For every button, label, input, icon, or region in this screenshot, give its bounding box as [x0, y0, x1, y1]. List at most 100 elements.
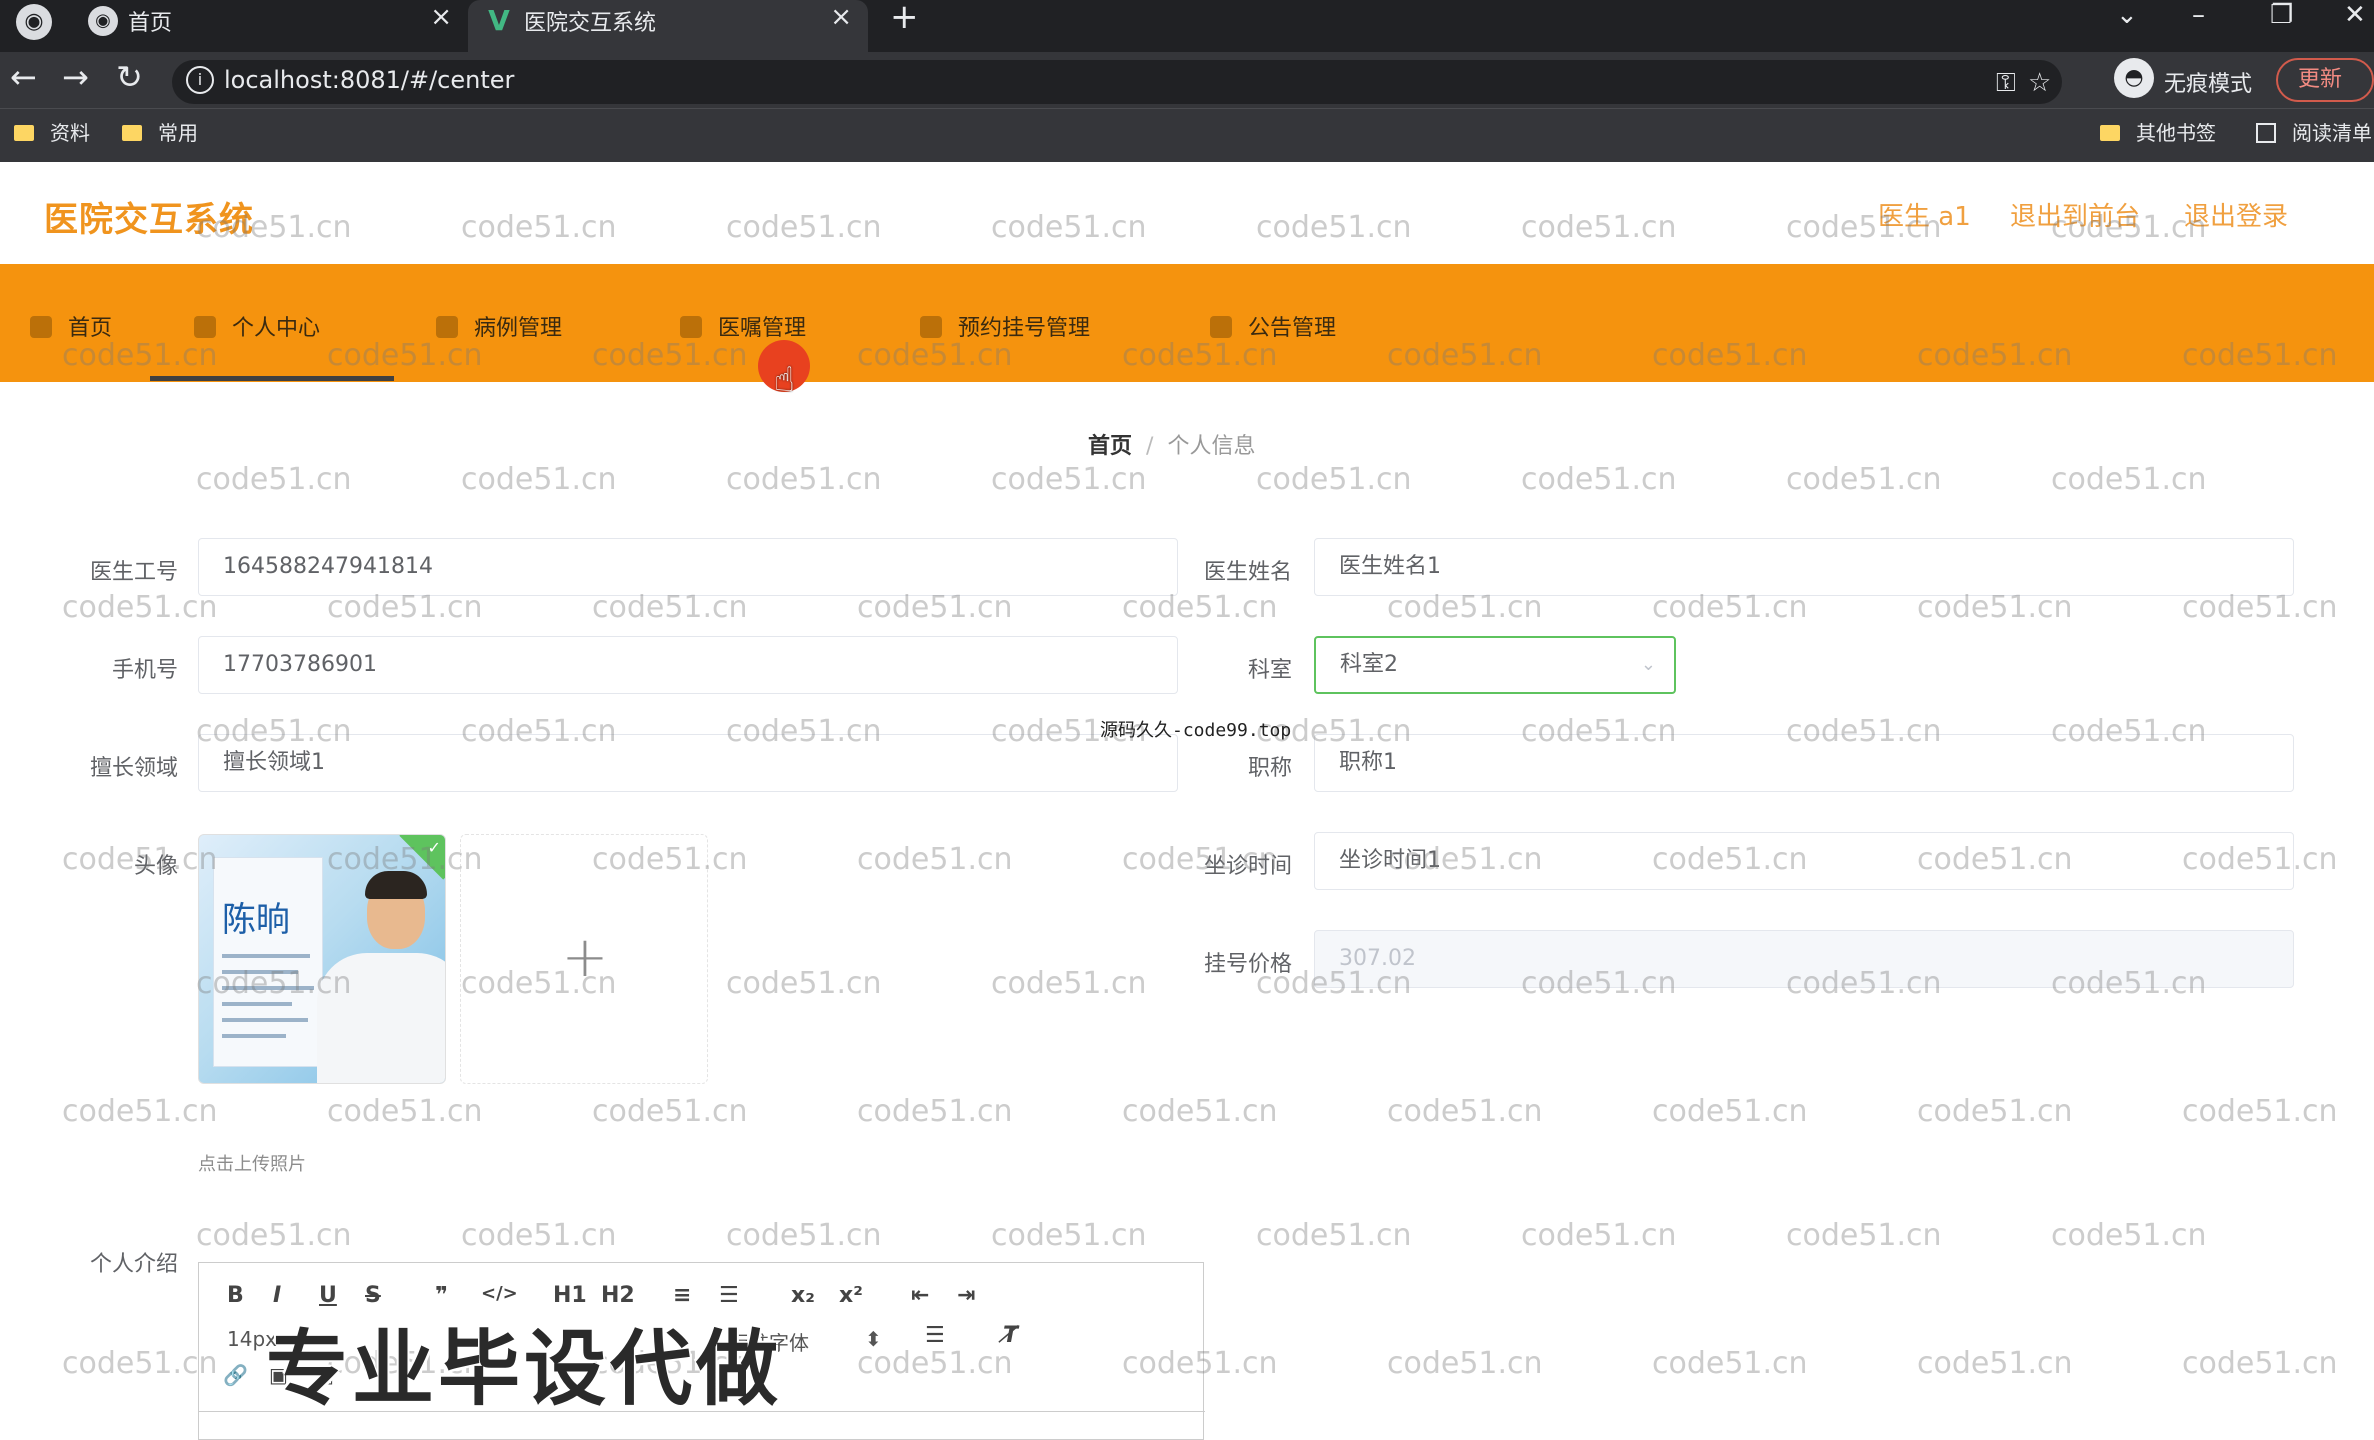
- specialty-input[interactable]: 擅长领域1: [198, 734, 1178, 792]
- doctor-id-input[interactable]: 164588247941814: [198, 538, 1178, 596]
- new-tab-button[interactable]: +: [890, 0, 919, 34]
- watermark-text: code51.cn: [1387, 1094, 1543, 1129]
- doctor-hair-graphic: [365, 871, 427, 899]
- folder-icon: [14, 125, 34, 141]
- watermark-text: code51.cn: [991, 966, 1147, 1001]
- bold-button[interactable]: B: [227, 1283, 244, 1308]
- upload-tip: 点击上传照片: [198, 1154, 306, 1175]
- forward-arrow-icon[interactable]: →: [62, 58, 89, 96]
- nav-item-notice-management[interactable]: 公告管理: [1210, 310, 1336, 342]
- window-close-icon[interactable]: ✕: [2344, 0, 2366, 30]
- other-bookmarks[interactable]: 其他书签: [2100, 117, 2216, 146]
- reload-icon[interactable]: ↻: [116, 58, 143, 96]
- watermark-text: code51.cn: [62, 1094, 218, 1129]
- watermark-text: code51.cn: [1917, 1346, 2073, 1381]
- nav-item-appointment-management[interactable]: 预约挂号管理: [920, 310, 1090, 342]
- watermark-text: code51.cn: [1122, 1094, 1278, 1129]
- department-label: 科室: [1247, 658, 1292, 683]
- clinic-time-input[interactable]: 坐诊时间1: [1314, 832, 2294, 890]
- breadcrumb-separator: /: [1146, 434, 1154, 459]
- site-info-icon[interactable]: i: [186, 66, 214, 94]
- doctor-name-input[interactable]: 医生姓名1: [1314, 538, 2294, 596]
- nav-item-orders-management[interactable]: 医嘱管理: [680, 310, 806, 342]
- bookmark-folder-ziliao[interactable]: 资料: [14, 117, 90, 146]
- watermark-text: code51.cn: [62, 590, 218, 625]
- bookmarks-bar: 资料 常用 其他书签 阅读清单: [0, 108, 2374, 162]
- watermark-text: code51.cn: [2051, 462, 2207, 497]
- update-button[interactable]: 更新: [2276, 58, 2374, 102]
- outdent-button[interactable]: ⇤: [911, 1283, 929, 1308]
- code-block-button[interactable]: </>: [481, 1283, 518, 1304]
- avatar-upload-button[interactable]: +: [460, 834, 708, 1084]
- indent-button[interactable]: ⇥: [957, 1283, 975, 1308]
- watermark-text: code51.cn: [327, 1094, 483, 1129]
- current-user: 医生 a1: [1878, 202, 1971, 232]
- nav-active-indicator: [150, 376, 394, 381]
- restore-icon[interactable]: ❐: [2270, 0, 2293, 30]
- watermark-text: code51.cn: [1521, 462, 1677, 497]
- select-arrows-icon: ⬍: [865, 1327, 882, 1351]
- reading-list[interactable]: 阅读清单: [2256, 117, 2372, 146]
- star-icon[interactable]: ☆: [2028, 68, 2051, 98]
- watermark-text: code51.cn: [857, 1094, 1013, 1129]
- watermark-text: code51.cn: [1256, 462, 1412, 497]
- watermark-text: code51.cn: [726, 462, 882, 497]
- key-icon[interactable]: ⚿: [1996, 68, 2016, 99]
- phone-input[interactable]: 17703786901: [198, 636, 1178, 694]
- hand-cursor-icon: ☝: [774, 360, 795, 400]
- watermark-text: code51.cn: [1256, 1218, 1412, 1253]
- nav-item-home[interactable]: 首页: [30, 310, 112, 342]
- superscript-button[interactable]: x²: [839, 1283, 863, 1308]
- url-omnibox[interactable]: i localhost:8081/#/center ⚿ ☆: [172, 60, 2062, 104]
- chevron-down-icon: ⌄: [1640, 654, 1656, 675]
- center-watermark: 源码久久-code99.top: [1100, 720, 1292, 741]
- doctor-name-label: 医生姓名: [1203, 560, 1292, 585]
- incognito-icon: ◓: [2114, 58, 2154, 98]
- watermark-text: code51.cn: [1387, 1346, 1543, 1381]
- specialty-label: 擅长领域: [89, 756, 178, 781]
- logout-link[interactable]: 退出登录: [2184, 196, 2288, 233]
- browser-address-bar: ← → ↻ i localhost:8081/#/center ⚿ ☆ ◓ 无痕…: [0, 52, 2374, 108]
- tab-search-icon[interactable]: ⌄: [2116, 0, 2138, 30]
- browser-tab-active[interactable]: V 医院交互系统 ×: [468, 0, 868, 52]
- doctor-card-graphic: 陈晌: [213, 857, 323, 1067]
- watermark-text: code51.cn: [1786, 462, 1942, 497]
- reading-list-icon: [2256, 123, 2276, 143]
- minimize-icon[interactable]: –: [2192, 0, 2205, 30]
- watermark-text: code51.cn: [1786, 1218, 1942, 1253]
- subscript-button[interactable]: x₂: [791, 1283, 815, 1308]
- watermark-text: code51.cn: [726, 966, 882, 1001]
- clear-format-icon[interactable]: T̸: [1003, 1323, 1018, 1348]
- tab-label: 首页: [128, 11, 173, 36]
- nav-item-personal-center[interactable]: 个人中心: [194, 310, 320, 342]
- close-tab-icon[interactable]: ×: [430, 2, 452, 32]
- avatar-photo[interactable]: 陈晌 ✓: [198, 834, 446, 1084]
- close-tab-icon[interactable]: ×: [830, 2, 852, 32]
- watermark-text: code51.cn: [726, 1218, 882, 1253]
- browser-tab-home[interactable]: ◉ 首页 ×: [72, 0, 468, 52]
- department-selected-value: 科室2: [1340, 652, 1398, 677]
- bookmark-folder-changyong[interactable]: 常用: [122, 117, 198, 146]
- location-icon: [680, 316, 702, 338]
- promo-banner-watermark: 专业毕设代做: [266, 1322, 783, 1417]
- link-icon[interactable]: 🔗: [223, 1363, 248, 1387]
- doctor-body-graphic: [317, 953, 445, 1083]
- watermark-text: code51.cn: [196, 462, 352, 497]
- intro-label: 个人介绍: [89, 1252, 178, 1277]
- breadcrumb-home[interactable]: 首页: [1088, 434, 1132, 459]
- exit-to-front-link[interactable]: 退出到前台: [2010, 196, 2140, 233]
- department-select[interactable]: 科室2 ⌄: [1314, 636, 1676, 694]
- align-icon[interactable]: ☰: [925, 1323, 945, 1348]
- avatar-label: 头像: [133, 854, 178, 879]
- fee-label: 挂号价格: [1203, 952, 1292, 977]
- calendar-icon: [920, 316, 942, 338]
- browser-tab-bar: ◉ ◉ 首页 × V 医院交互系统 × + ⌄ – ❐ ✕: [0, 0, 2374, 52]
- doctor-card-name: 陈晌: [222, 900, 290, 940]
- title-label: 职称: [1247, 756, 1292, 781]
- folder-icon: [122, 125, 142, 141]
- back-arrow-icon[interactable]: ←: [10, 58, 37, 96]
- notice-icon: [1210, 316, 1232, 338]
- title-input[interactable]: 职称1: [1314, 734, 2294, 792]
- nav-item-case-management[interactable]: 病例管理: [436, 310, 562, 342]
- clinic-time-label: 坐诊时间: [1203, 854, 1292, 879]
